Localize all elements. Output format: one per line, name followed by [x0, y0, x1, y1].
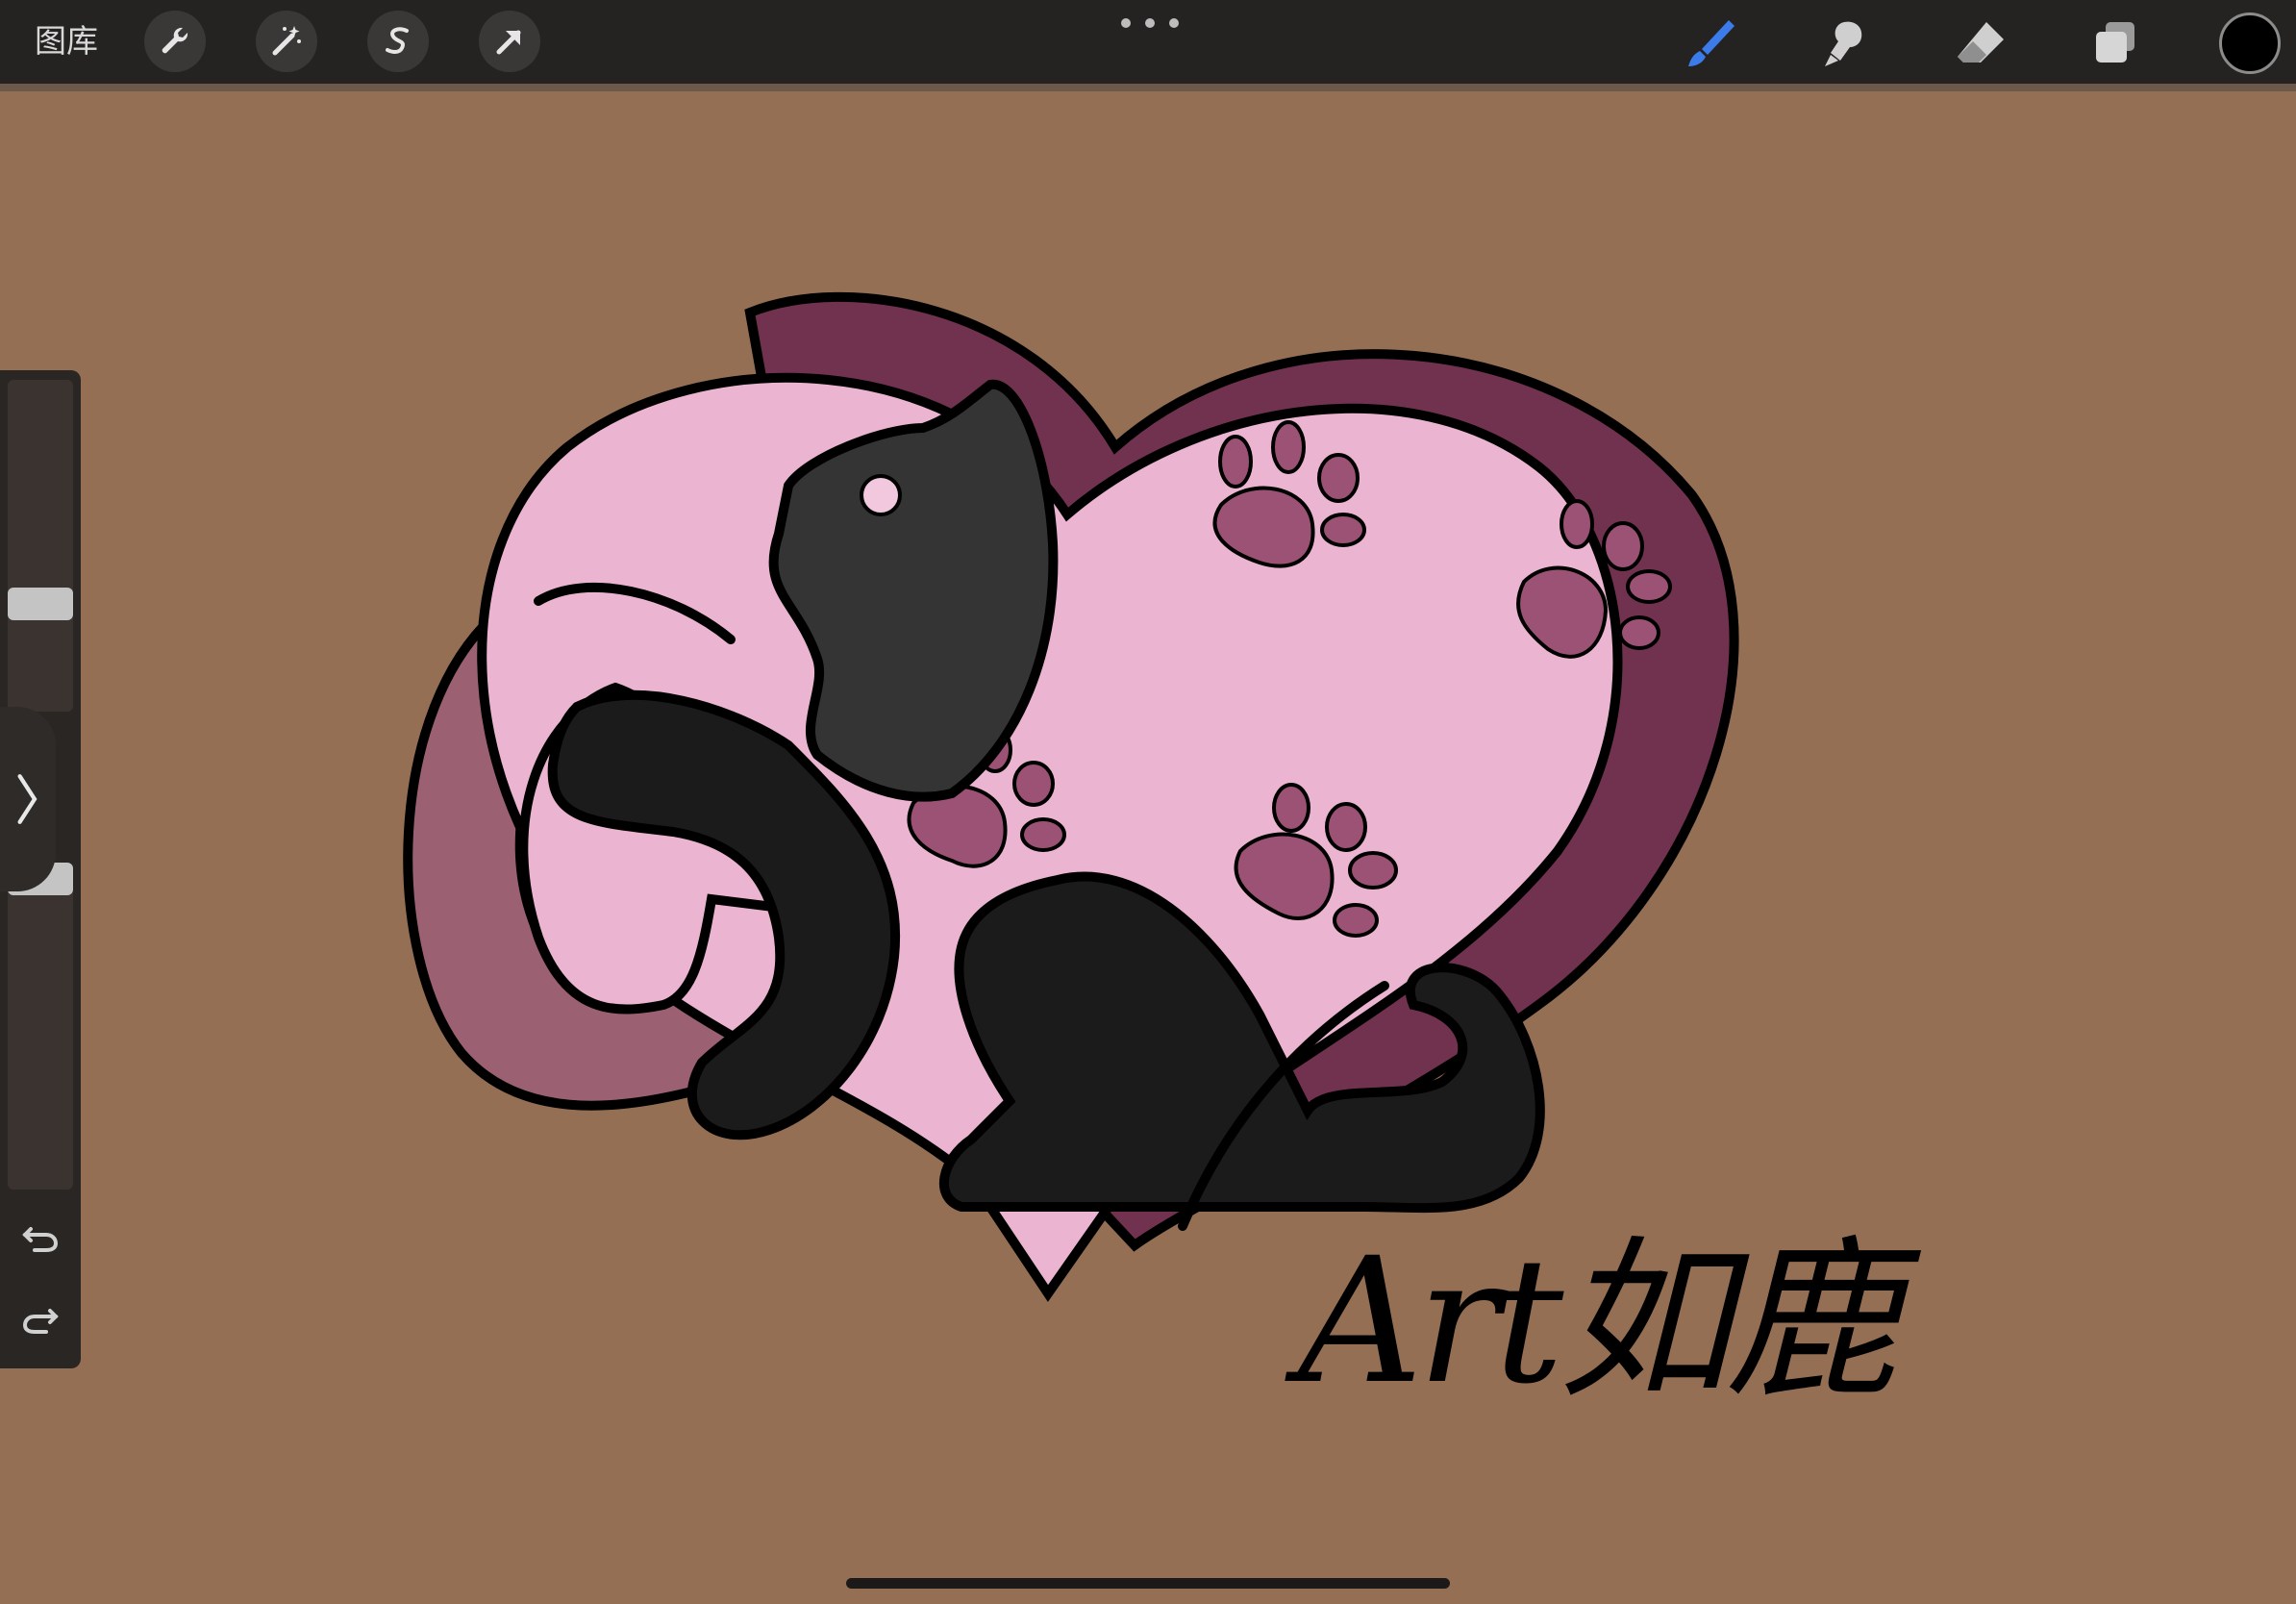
dot-icon — [1145, 18, 1155, 28]
top-toolbar: 图库 — [0, 0, 2296, 91]
opacity-slider[interactable] — [8, 870, 73, 1190]
eraser-icon — [1958, 22, 2004, 63]
smudge-tool-button[interactable] — [1812, 10, 1880, 77]
gallery-button[interactable]: 图库 — [35, 19, 98, 63]
home-indicator[interactable] — [846, 1578, 1450, 1589]
transform-button[interactable] — [479, 11, 540, 72]
brush-tool-button[interactable] — [1678, 10, 1745, 77]
transform-arrow-icon — [496, 30, 521, 55]
selection-s-icon — [386, 27, 409, 54]
redo-button[interactable] — [13, 1291, 67, 1345]
selection-button[interactable] — [367, 11, 429, 72]
brush-size-thumb[interactable] — [8, 588, 73, 620]
color-picker-button[interactable] — [2219, 13, 2281, 74]
brush-icon — [1688, 20, 1734, 66]
undo-icon — [22, 1227, 59, 1252]
chevron-right-icon — [17, 774, 37, 824]
cat-eye — [860, 474, 902, 516]
magic-wand-icon — [272, 26, 301, 56]
wrench-icon — [162, 27, 188, 54]
layers-icon — [2096, 22, 2134, 63]
redo-icon — [22, 1309, 59, 1334]
brush-size-slider[interactable] — [8, 380, 73, 712]
layers-button[interactable] — [2082, 10, 2149, 77]
undo-button[interactable] — [13, 1210, 67, 1264]
eraser-tool-button[interactable] — [1947, 10, 2014, 77]
dot-icon — [1121, 18, 1131, 28]
sidebar-toggle[interactable] — [0, 707, 56, 891]
artist-signature: Art如鹿 — [1298, 1221, 1898, 1422]
dot-icon — [1169, 18, 1179, 28]
adjustments-button[interactable] — [256, 11, 317, 72]
smudge-icon — [1825, 21, 1862, 66]
more-options-handle[interactable] — [1121, 15, 1179, 31]
actions-button[interactable] — [144, 11, 206, 72]
